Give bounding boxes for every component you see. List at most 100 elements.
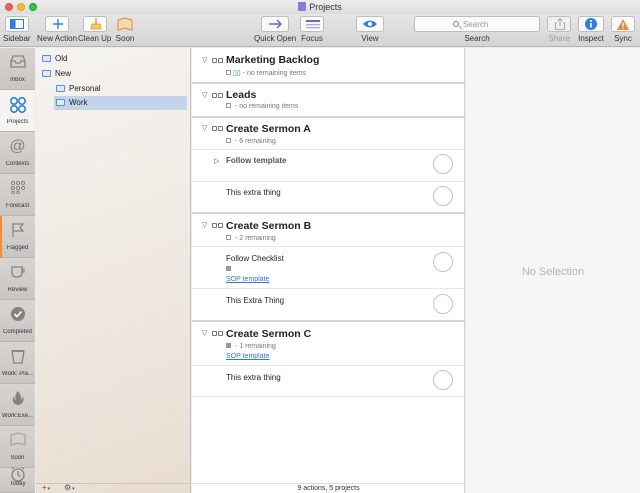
action-checkbox[interactable] [433, 154, 453, 174]
action-checkbox[interactable] [433, 252, 453, 272]
folder-icon [56, 99, 65, 106]
action-title[interactable]: This extra thing [226, 373, 281, 382]
action-checkbox[interactable] [433, 294, 453, 314]
tab-soon[interactable]: Soon [0, 426, 35, 468]
focus-button[interactable] [300, 16, 324, 32]
inspect-toolbar-item[interactable]: Inspect [578, 16, 604, 43]
folder-item-personal[interactable]: Personal [56, 82, 185, 96]
project-meta: - no remaining items [226, 103, 298, 110]
flame-icon [9, 390, 27, 408]
disclosure-triangle-icon[interactable]: ▽ [202, 221, 207, 229]
view-toolbar-item[interactable]: View [356, 16, 384, 43]
note-icon [226, 343, 231, 348]
disclosure-triangle-icon[interactable]: ▽ [202, 91, 207, 99]
status-bar: 9 actions, 5 projects [192, 483, 465, 493]
share-icon [555, 18, 565, 30]
chevron-down-icon: ▾ [47, 486, 51, 492]
folder-icon [56, 85, 65, 92]
sync-button[interactable] [611, 16, 635, 32]
arrow-right-icon [269, 19, 283, 29]
separator [192, 116, 465, 118]
soon-button[interactable] [115, 16, 135, 32]
perspective-tabs: Inbox Projects @ Contexts Forecast Flagg… [0, 48, 35, 493]
add-folder-button[interactable]: +▾ [42, 483, 50, 492]
gear-button[interactable]: ⚙▾ [64, 483, 75, 492]
sequential-project-icon [212, 221, 223, 228]
project-meta: - 2 remaining [226, 235, 276, 242]
folder-tag-icon: ▯▯ [233, 70, 241, 77]
project-title[interactable]: Create Sermon A [226, 123, 311, 135]
no-selection-label: No Selection [521, 266, 585, 278]
sidebar-button[interactable] [4, 16, 29, 32]
action-title[interactable]: This Extra Thing [226, 296, 284, 305]
window-title: Projects [0, 2, 640, 12]
soon-toolbar-item[interactable]: Soon [115, 16, 135, 43]
calendar-grid-icon [9, 180, 27, 198]
quick-open-toolbar-item[interactable]: Quick Open [254, 16, 296, 43]
folder-sidebar: Old New Personal Work +▾ ⚙▾ [36, 48, 191, 493]
note-icon [226, 103, 231, 108]
tab-inbox[interactable]: Inbox [0, 48, 35, 90]
projects-icon [9, 96, 27, 114]
sidebar-toolbar-item[interactable]: Sidebar [3, 16, 31, 43]
search-input[interactable] [463, 20, 533, 29]
bucket-icon [9, 348, 27, 366]
action-title[interactable]: Follow Checklist [226, 254, 284, 263]
project-outline: ▽ Marketing Backlog ▯▯ - no remaining it… [192, 48, 465, 493]
sop-template-link[interactable]: SOP template [226, 353, 269, 360]
folder-item-work[interactable]: Work [54, 96, 187, 110]
eye-icon [363, 20, 377, 28]
clean-up-button[interactable] [82, 16, 107, 32]
separator [192, 181, 465, 182]
info-icon [585, 18, 597, 30]
tab-forecast[interactable]: Forecast [0, 174, 35, 216]
folder-sidebar-footer: +▾ ⚙▾ [36, 483, 191, 493]
project-meta: ▯▯ - no remaining items [226, 69, 306, 77]
sync-toolbar-item[interactable]: Sync [611, 16, 635, 43]
inspect-button[interactable] [578, 16, 604, 32]
project-title[interactable]: Leads [226, 89, 256, 101]
focus-toolbar-item[interactable]: Focus [300, 16, 324, 43]
disclosure-triangle-icon[interactable]: ▽ [202, 56, 207, 64]
tab-flagged[interactable]: Flagged [0, 216, 35, 258]
new-action-toolbar-item[interactable]: New Action [37, 16, 77, 43]
project-title[interactable]: Create Sermon B [226, 220, 311, 232]
action-checkbox[interactable] [433, 370, 453, 390]
title-bar: Projects [0, 0, 640, 14]
tab-work-execute[interactable]: Work:Exe... [0, 384, 35, 426]
search-toolbar-item: Search [414, 16, 540, 43]
action-title[interactable]: Follow template [226, 156, 286, 165]
share-toolbar-item[interactable]: Share [547, 16, 571, 43]
view-button[interactable] [356, 16, 384, 32]
tab-projects[interactable]: Projects [0, 90, 35, 132]
separator [192, 82, 465, 84]
tab-review[interactable]: Review [0, 258, 35, 300]
action-checkbox[interactable] [433, 186, 453, 206]
separator [192, 320, 465, 322]
search-field[interactable] [414, 16, 540, 32]
project-title[interactable]: Marketing Backlog [226, 54, 319, 66]
sop-template-link[interactable]: SOP template [226, 276, 269, 283]
folder-item-old[interactable]: Old [42, 52, 185, 66]
disclosure-triangle-icon[interactable]: ▷ [214, 157, 219, 165]
warning-icon [617, 19, 629, 30]
tab-contexts[interactable]: @ Contexts [0, 132, 35, 174]
action-title[interactable]: This extra thing [226, 188, 281, 197]
tab-today[interactable]: Today [0, 466, 35, 493]
at-sign-icon: @ [9, 138, 26, 155]
flag-indicator [0, 216, 2, 258]
sidebar-icon [9, 19, 24, 29]
clean-up-toolbar-item[interactable]: Clean Up [78, 16, 111, 43]
project-title[interactable]: Create Sermon C [226, 328, 311, 340]
tab-completed[interactable]: Completed [0, 300, 35, 342]
disclosure-triangle-icon[interactable]: ▽ [202, 329, 207, 337]
chevron-down-icon: ▾ [72, 486, 75, 492]
share-button[interactable] [547, 16, 571, 32]
new-action-button[interactable] [45, 16, 70, 32]
tab-work-plan[interactable]: Work: Pla... [0, 342, 35, 384]
folder-item-new[interactable]: New [42, 67, 185, 81]
separator [192, 365, 465, 366]
inspector-pane: No Selection [466, 48, 640, 493]
disclosure-triangle-icon[interactable]: ▽ [202, 124, 207, 132]
quick-open-button[interactable] [261, 16, 290, 32]
